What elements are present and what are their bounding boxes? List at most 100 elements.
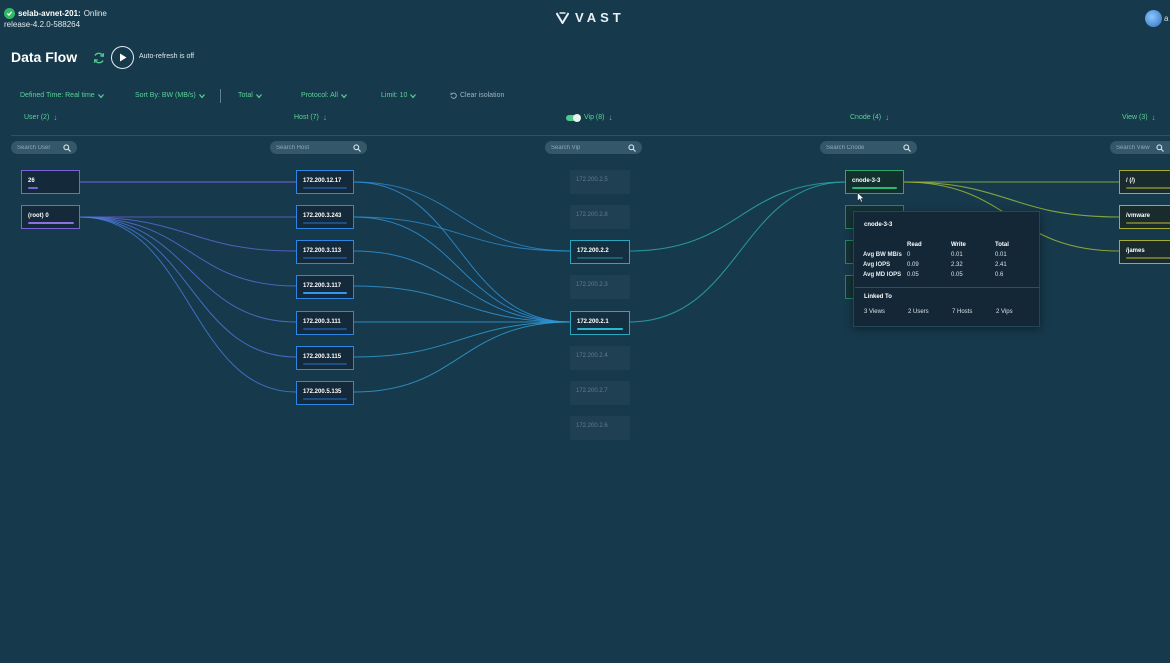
tooltip-cell: 2.41 (995, 262, 1007, 268)
flow-link (628, 181, 847, 323)
mouse-pointer-icon (857, 192, 865, 203)
tooltip-title: cnode-3-3 (864, 222, 893, 228)
host-node[interactable]: 172.200.3.115 (296, 346, 354, 370)
host-node-label: 172.200.12.17 (303, 178, 342, 184)
cnode-tooltip: cnode-3-3 Read Write Total Avg BW MB/s 0… (853, 211, 1040, 327)
tooltip-stats-table: Read Write Total Avg BW MB/s 0 0.01 0.01… (863, 240, 1039, 280)
flow-link (353, 321, 572, 358)
view-node[interactable]: /vmware (1119, 205, 1170, 229)
host-node[interactable]: 172.200.3.243 (296, 205, 354, 229)
flow-link (353, 321, 572, 393)
user-node-label: 26 (28, 178, 35, 184)
vip-node-label: 172.200.2.3 (576, 282, 608, 288)
host-node[interactable]: 172.200.12.17 (296, 170, 354, 194)
flow-link (353, 285, 572, 323)
traffic-bar (303, 363, 347, 365)
vip-node-label: 172.200.2.7 (576, 388, 608, 394)
tooltip-cell: 0.6 (995, 272, 1004, 278)
vip-node[interactable]: 172.200.2.4 (570, 346, 630, 370)
traffic-bar (303, 292, 347, 294)
tooltip-linked-title: Linked To (864, 294, 892, 300)
traffic-bar (303, 257, 347, 259)
view-node[interactable]: /james (1119, 240, 1170, 264)
view-node-label: /vmware (1126, 213, 1151, 219)
traffic-bar (28, 187, 38, 189)
traffic-bar (852, 187, 897, 189)
tooltip-row-label: Avg BW MB/s (863, 252, 902, 258)
vip-node-label: 172.200.2.5 (576, 177, 608, 183)
tooltip-col-write: Write (951, 242, 966, 248)
traffic-bar (577, 257, 623, 259)
flow-link (79, 216, 297, 323)
flow-link (353, 250, 572, 323)
user-node[interactable]: (root) 0 (21, 205, 80, 229)
flow-link (79, 216, 297, 393)
traffic-bar (28, 222, 74, 224)
tooltip-row: Avg IOPS 0.09 2.32 2.41 (863, 260, 1039, 270)
host-node-label: 172.200.3.117 (303, 283, 342, 289)
tooltip-row-label: Avg MD IOPS (863, 272, 902, 278)
tooltip-col-read: Read (907, 242, 922, 248)
host-node-label: 172.200.3.113 (303, 248, 342, 254)
flow-link (628, 181, 847, 252)
tooltip-cell: 0.01 (995, 252, 1007, 258)
tooltip-divider (855, 287, 1040, 288)
vip-node[interactable]: 172.200.2.8 (570, 205, 630, 229)
host-node-label: 172.200.3.111 (303, 319, 341, 325)
traffic-bar (577, 328, 623, 330)
vip-node-label: 172.200.2.8 (576, 212, 608, 218)
cnode-node[interactable]: cnode-3-3 (845, 170, 904, 194)
tooltip-cell: 0.01 (951, 252, 963, 258)
cnode-node-label: cnode-3-3 (852, 178, 881, 184)
flow-link (353, 216, 572, 252)
vip-node-label: 172.200.2.4 (576, 353, 608, 359)
host-node[interactable]: 172.200.3.113 (296, 240, 354, 264)
host-node-label: 172.200.3.243 (303, 213, 342, 219)
tooltip-cell: 0 (907, 252, 911, 258)
linked-users-count: 2 Users (908, 309, 929, 315)
vip-node-label: 172.200.2.2 (577, 248, 609, 254)
flow-link (79, 216, 297, 287)
view-node-label: / (/) (1126, 178, 1135, 184)
view-node-label: /james (1126, 248, 1145, 254)
traffic-bar (303, 398, 347, 400)
linked-hosts-count: 7 Hosts (952, 309, 973, 315)
vip-node-label: 172.200.2.6 (576, 423, 608, 429)
flow-link (353, 216, 572, 323)
tooltip-linked-counts: 3 Views 2 Users 7 Hosts 2 Vips (864, 309, 1040, 315)
traffic-bar (1126, 257, 1170, 259)
tooltip-row: Avg MD IOPS 0.05 0.05 0.6 (863, 270, 1039, 280)
flow-link (353, 181, 572, 323)
tooltip-row: Avg BW MB/s 0 0.01 0.01 (863, 250, 1039, 260)
tooltip-col-total: Total (995, 242, 1009, 248)
flow-link (79, 216, 297, 358)
user-node[interactable]: 26 (21, 170, 80, 194)
view-node[interactable]: / (/) (1119, 170, 1170, 194)
vip-node[interactable]: 172.200.2.6 (570, 416, 630, 440)
vip-node-label: 172.200.2.1 (577, 319, 609, 325)
vip-node[interactable]: 172.200.2.2 (570, 240, 630, 264)
linked-vips-count: 2 Vips (996, 309, 1013, 315)
tooltip-header-row: Read Write Total (863, 240, 1039, 250)
vip-node[interactable]: 172.200.2.3 (570, 275, 630, 299)
vip-node[interactable]: 172.200.2.5 (570, 170, 630, 194)
tooltip-row-label: Avg IOPS (863, 262, 891, 268)
traffic-bar (303, 222, 347, 224)
host-node[interactable]: 172.200.5.135 (296, 381, 354, 405)
user-node-label: (root) 0 (28, 213, 49, 219)
vip-node[interactable]: 172.200.2.1 (570, 311, 630, 335)
traffic-bar (303, 187, 347, 189)
tooltip-cell: 2.32 (951, 262, 963, 268)
flow-link (353, 181, 572, 252)
host-node-label: 172.200.5.135 (303, 389, 342, 395)
host-node-label: 172.200.3.115 (303, 354, 342, 360)
tooltip-cell: 0.05 (951, 272, 963, 278)
traffic-bar (303, 328, 347, 330)
traffic-bar (1126, 222, 1170, 224)
vip-node[interactable]: 172.200.2.7 (570, 381, 630, 405)
host-node[interactable]: 172.200.3.111 (296, 311, 354, 335)
host-node[interactable]: 172.200.3.117 (296, 275, 354, 299)
tooltip-cell: 0.09 (907, 262, 919, 268)
traffic-bar (1126, 187, 1170, 189)
tooltip-cell: 0.05 (907, 272, 919, 278)
